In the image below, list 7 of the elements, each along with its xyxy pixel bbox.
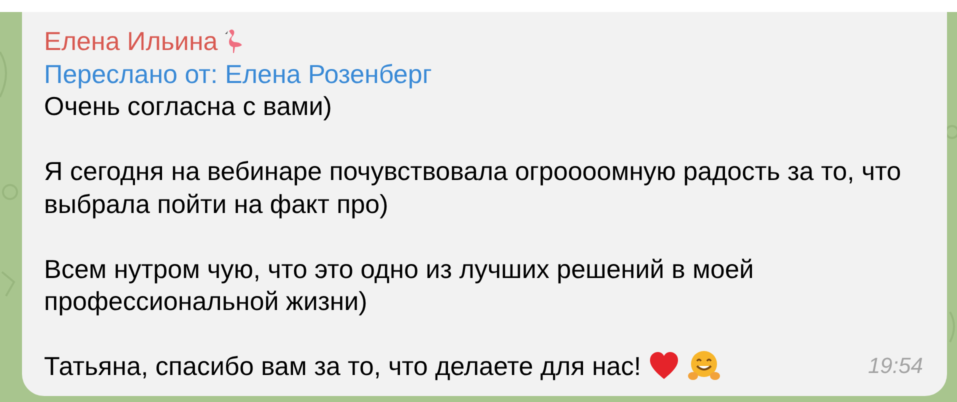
forwarded-from[interactable]: Переслано от: Елена Розенберг: [44, 58, 925, 90]
message-time: 19:54: [868, 352, 923, 380]
message-text: Всем нутром чую, что это одно из лучших решений в моей профессиональной жизни): [44, 252, 755, 318]
message-text: Очень согласна с вами): [44, 90, 333, 122]
message-text: Я сегодня на вебинаре почувствовала огроооомную радость за то, что выбрала пойти на факт про): [44, 155, 902, 220]
message-text: Татьяна, спасибо вам за то, что делаете для нас!: [44, 350, 642, 382]
sender-name[interactable]: Елена Ильина: [44, 25, 218, 58]
